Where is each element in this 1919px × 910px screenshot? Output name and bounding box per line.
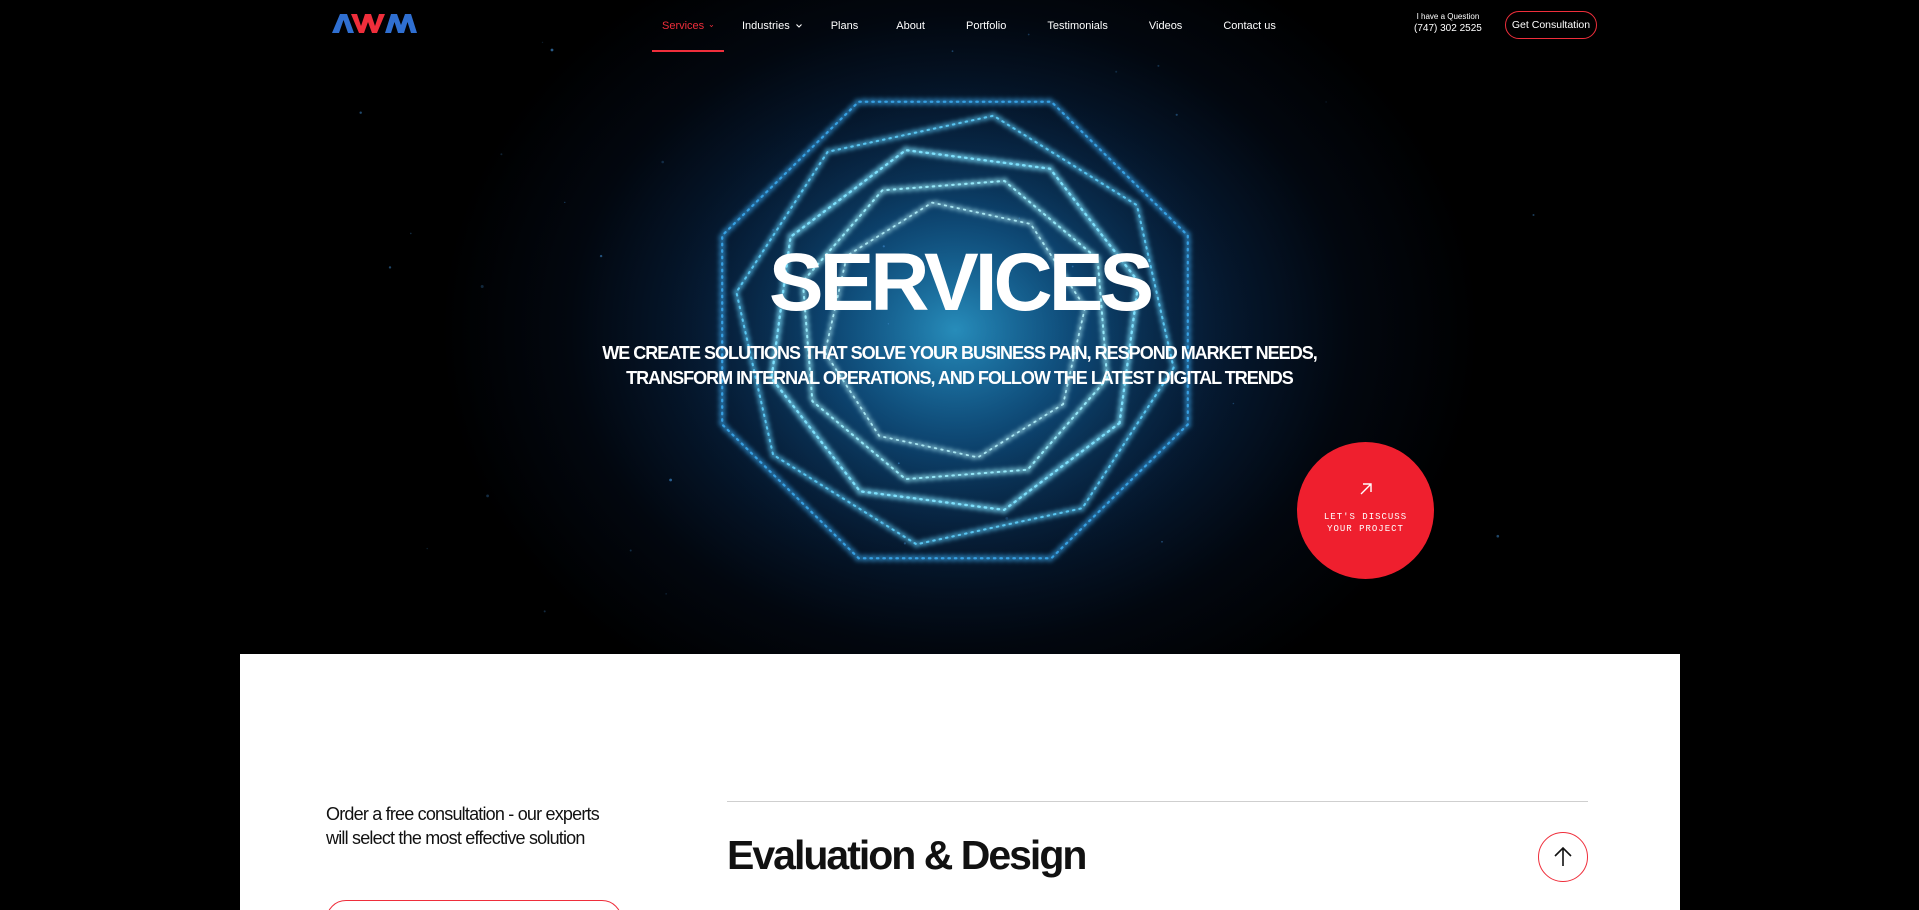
nav-item-label: Portfolio <box>965 20 1007 32</box>
consultation-text: Order a free consultation - our experts … <box>326 802 646 850</box>
nav-item-label: Industries <box>742 20 790 32</box>
nav-item-label: Videos <box>1148 20 1183 32</box>
discuss-project-button[interactable]: LET'S DISCUSS YOUR PROJECT <box>1297 442 1434 579</box>
star-dot <box>669 478 672 482</box>
get-consultation-button[interactable]: Get Consultation <box>1505 11 1597 39</box>
hero-subtitle: WE CREATE SOLUTIONS THAT SOLVE YOUR BUSI… <box>0 341 1919 391</box>
consultation-text-line: Order a free consultation - our experts <box>326 804 600 824</box>
nav-item-plans[interactable]: Plans <box>821 0 869 52</box>
star-dot <box>1161 541 1163 543</box>
star-dot <box>486 494 489 498</box>
star-dot <box>564 201 566 203</box>
star-dot <box>543 610 546 613</box>
arrow-up-right-icon <box>1360 482 1372 494</box>
nav-item-testimonials[interactable]: Testimonials <box>1037 0 1118 52</box>
star-dot <box>665 593 667 595</box>
page-title: SERVICES <box>768 237 1154 328</box>
star-dot <box>1005 517 1009 520</box>
discuss-label: LET'S DISCUSS YOUR PROJECT <box>1321 511 1411 535</box>
star-dot <box>359 111 362 114</box>
nav-item-about[interactable]: About <box>886 0 935 52</box>
main-nav: Services Industries Plans About Portfoli… <box>652 0 1286 52</box>
nav-item-label: Services <box>662 20 705 32</box>
star-dot <box>897 462 900 465</box>
star-dot <box>1325 101 1327 103</box>
nav-item-label: About <box>896 20 925 32</box>
star-dot <box>1496 534 1500 538</box>
star-dot <box>426 547 428 550</box>
star-dot <box>500 153 503 156</box>
arrow-up-icon <box>1554 846 1572 866</box>
star-dot <box>881 522 884 525</box>
awm-logo[interactable] <box>330 12 425 34</box>
star-dot <box>1232 402 1235 405</box>
chevron-down-icon <box>709 24 714 28</box>
star-dot <box>772 229 774 231</box>
discuss-label-line: YOUR PROJECT <box>1327 523 1404 534</box>
star-dot <box>1532 214 1535 216</box>
star-dot <box>661 160 664 164</box>
star-dot <box>410 232 412 235</box>
collapse-button[interactable] <box>1538 832 1588 882</box>
divider <box>727 801 1588 802</box>
star-dot <box>629 549 632 552</box>
chevron-down-icon <box>795 24 802 28</box>
nav-item-label: Testimonials <box>1047 20 1108 32</box>
phone-contact[interactable]: I have a Question (747) 302 2525 <box>1414 12 1482 35</box>
star-dot <box>1115 70 1118 73</box>
site-header: Services Industries Plans About Portfoli… <box>0 0 1919 52</box>
nav-item-industries[interactable]: Industries <box>732 0 813 52</box>
section-title: Evaluation & Design <box>727 832 1087 878</box>
nav-item-services[interactable]: Services <box>652 0 724 52</box>
services-panel: Order a free consultation - our experts … <box>240 654 1680 910</box>
nav-item-contact-us[interactable]: Contact us <box>1213 0 1286 52</box>
nav-item-portfolio[interactable]: Portfolio <box>956 0 1016 52</box>
order-consultation-button[interactable] <box>326 900 622 910</box>
star-dot <box>1018 217 1020 219</box>
star-dot <box>903 542 907 545</box>
nav-item-videos[interactable]: Videos <box>1139 0 1192 52</box>
nav-item-label: Plans <box>830 20 859 32</box>
discuss-label-line: LET'S DISCUSS <box>1323 511 1408 522</box>
phone-number[interactable]: (747) 302 2525 <box>1414 22 1482 35</box>
hero-subtitle-line: TRANSFORM INTERNAL OPERATIONS, AND FOLLO… <box>626 368 1294 388</box>
nav-item-label: Contact us <box>1223 20 1276 32</box>
star-dot <box>1157 64 1160 67</box>
question-label: I have a Question <box>1416 12 1480 21</box>
consultation-text-line: will select the most effective solution <box>326 828 585 848</box>
hero-subtitle-line: WE CREATE SOLUTIONS THAT SOLVE YOUR BUSI… <box>602 343 1317 363</box>
star-dot <box>1175 113 1178 116</box>
